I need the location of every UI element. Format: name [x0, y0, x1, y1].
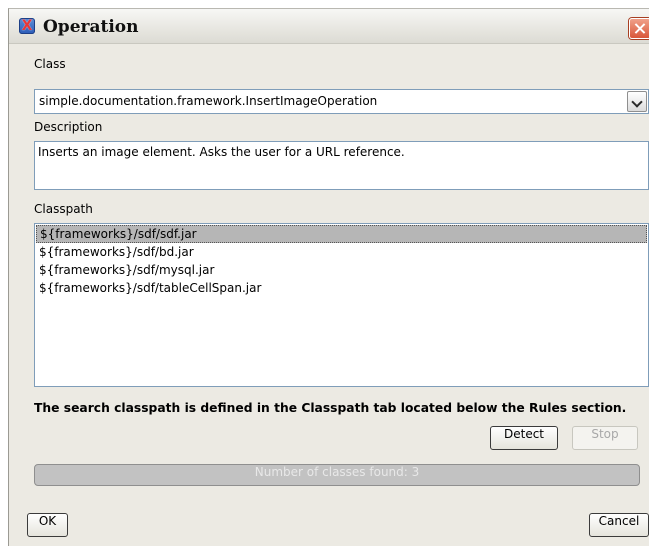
operation-dialog: Operation Class simple.documentation.fra…	[8, 8, 649, 546]
class-label: Class	[34, 57, 66, 71]
ok-button[interactable]: OK	[27, 513, 68, 537]
class-combobox[interactable]: simple.documentation.framework.InsertIma…	[34, 89, 649, 114]
class-value: simple.documentation.framework.InsertIma…	[39, 94, 378, 108]
close-icon[interactable]	[629, 18, 649, 39]
classpath-note: The search classpath is defined in the C…	[34, 401, 627, 415]
classes-found-progress: Number of classes found: 3	[34, 464, 640, 486]
dialog-title: Operation	[43, 17, 139, 37]
list-item[interactable]: ${frameworks}/sdf/sdf.jar	[36, 225, 647, 243]
cancel-button[interactable]: Cancel	[589, 513, 649, 537]
description-field[interactable]: Inserts an image element. Asks the user …	[34, 141, 649, 190]
list-item[interactable]: ${frameworks}/sdf/mysql.jar	[36, 261, 647, 279]
classpath-label: Classpath	[34, 202, 93, 216]
chevron-down-icon[interactable]	[627, 91, 647, 112]
list-item[interactable]: ${frameworks}/sdf/tableCellSpan.jar	[36, 279, 647, 297]
title-bar[interactable]: Operation	[9, 9, 649, 44]
description-label: Description	[34, 120, 103, 134]
x-app-icon	[19, 18, 35, 34]
stop-button[interactable]: Stop	[572, 426, 638, 450]
description-text: Inserts an image element. Asks the user …	[38, 145, 405, 159]
classpath-list[interactable]: ${frameworks}/sdf/sdf.jar ${frameworks}/…	[34, 223, 649, 387]
detect-button[interactable]: Detect	[490, 426, 558, 450]
list-item[interactable]: ${frameworks}/sdf/bd.jar	[36, 243, 647, 261]
